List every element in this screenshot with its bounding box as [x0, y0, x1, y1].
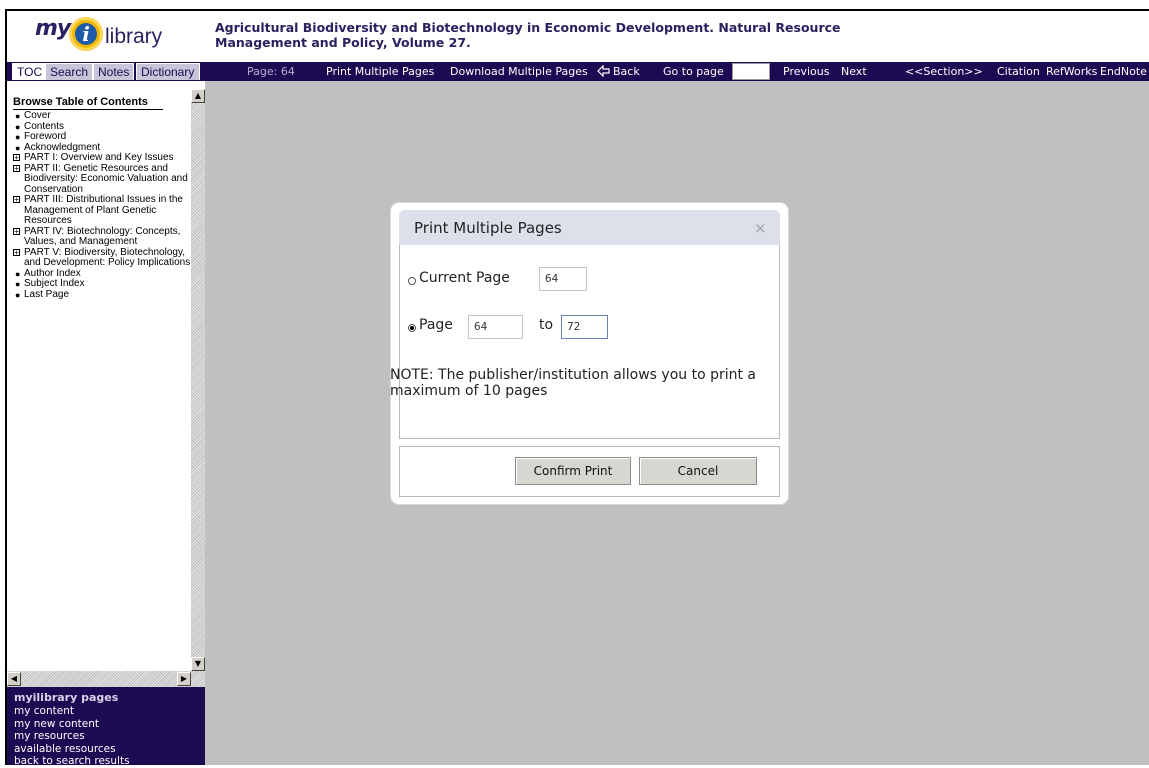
- citation-link[interactable]: Citation: [997, 62, 1040, 81]
- toc-list: ● Cover ● Contents ● Foreword ● Acknowledgme…: [13, 110, 191, 301]
- toc-item-label: Author Index: [24, 267, 81, 279]
- toc-item-label: Contents: [24, 120, 65, 132]
- expand-icon[interactable]: +: [13, 196, 20, 204]
- tab-dictionary[interactable]: Dictionary: [136, 63, 200, 80]
- toc-item-label: PART III: Distributional Issues in the M…: [24, 194, 183, 226]
- logo-library-text: library: [105, 25, 163, 48]
- tab-toc[interactable]: TOC: [12, 63, 48, 80]
- endnote-link[interactable]: EndNote: [1100, 62, 1147, 81]
- logo-i-letter: i: [75, 23, 97, 45]
- expand-icon[interactable]: +: [13, 154, 20, 162]
- bullet-icon: ●: [15, 142, 21, 153]
- back-link[interactable]: Back: [613, 62, 640, 81]
- toc-item-part-2[interactable]: + PART II: Genetic Resources and Biodiver…: [13, 162, 191, 196]
- page-from-field[interactable]: 64: [468, 315, 523, 339]
- myilibrary-logo[interactable]: my i library: [35, 14, 205, 58]
- dialog-header: Print Multiple Pages ×: [399, 210, 780, 245]
- next-link[interactable]: Next: [841, 62, 867, 81]
- current-page-field[interactable]: 64: [539, 267, 587, 291]
- back-icon[interactable]: [597, 62, 611, 81]
- toc-item-label: PART IV: Biotechnology: Concepts, Values…: [24, 225, 181, 247]
- expand-icon[interactable]: +: [13, 248, 20, 256]
- expand-icon[interactable]: +: [13, 164, 20, 172]
- close-icon[interactable]: ×: [754, 219, 767, 237]
- toc-item-part-3[interactable]: + PART III: Distributional Issues in the …: [13, 194, 191, 227]
- toc-item-label: PART I: Overview and Key Issues: [24, 152, 174, 163]
- bullet-icon: ●: [15, 132, 21, 142]
- nav-my-content[interactable]: my content: [14, 705, 130, 718]
- myilibrary-pages-list: my content my new content my resources a…: [14, 705, 130, 768]
- scroll-down-icon[interactable]: ▼: [191, 657, 205, 671]
- section-nav-link[interactable]: <<Section>>: [905, 62, 983, 81]
- toc-item-label: Foreword: [24, 131, 67, 142]
- current-page-radio[interactable]: [408, 277, 416, 285]
- toc-item-part-4[interactable]: + PART IV: Biotechnology: Concepts, Value…: [13, 225, 191, 248]
- toc-item-label: PART II: Genetic Resources and Biodivers…: [24, 162, 188, 195]
- page-range-label: Page: [419, 317, 453, 333]
- bullet-icon: ●: [15, 279, 21, 289]
- scroll-left-icon[interactable]: ◀: [7, 672, 21, 686]
- tab-search[interactable]: Search: [45, 63, 94, 80]
- myilibrary-pages-title: myilibrary pages: [14, 691, 119, 704]
- toc-item-label: Subject Index: [24, 278, 85, 289]
- bullet-icon: ●: [15, 111, 21, 121]
- toc-item-label: Acknowledgment: [24, 141, 101, 153]
- logo-my-text: my: [35, 16, 71, 41]
- page-range-radio[interactable]: [408, 324, 416, 332]
- nav-my-new-content[interactable]: my new content: [14, 718, 130, 731]
- refworks-link[interactable]: RefWorks: [1046, 62, 1097, 81]
- book-title: Agricultural Biodiversity and Biotechnol…: [215, 20, 841, 50]
- toc-vertical-scrollbar[interactable]: ▲ ▼: [191, 89, 205, 671]
- header: my i library Agricultural Biodiversity a…: [7, 11, 1149, 62]
- myilibrary-pages-nav: myilibrary pages my content my new conte…: [7, 687, 205, 768]
- go-to-page-label: Go to page: [663, 65, 724, 78]
- expand-icon[interactable]: +: [13, 227, 20, 235]
- print-limit-note: NOTE: The publisher/institution allows y…: [390, 367, 770, 399]
- tab-notes[interactable]: Notes: [93, 63, 135, 80]
- nav-available-resources[interactable]: available resources: [14, 743, 130, 756]
- toc-item-part-5[interactable]: + PART V: Biodiversity, Biotechnology, an…: [13, 246, 191, 269]
- sidebar: Browse Table of Contents ● Cover ● Content…: [7, 81, 205, 687]
- go-to-page-input[interactable]: [732, 63, 770, 80]
- to-label: to: [539, 317, 554, 333]
- cancel-button[interactable]: Cancel: [639, 457, 757, 485]
- page-indicator: Page: 64: [247, 65, 295, 78]
- print-multiple-pages-dialog: Print Multiple Pages × Current Page 64 P…: [390, 203, 788, 504]
- confirm-print-button[interactable]: Confirm Print: [515, 457, 631, 485]
- toc-item-label: PART V: Biodiversity, Biotechnology, and…: [24, 246, 191, 268]
- nav-back-to-search-results[interactable]: back to search results: [14, 755, 130, 768]
- print-multiple-pages-link[interactable]: Print Multiple Pages: [326, 62, 434, 81]
- toc-title: Browse Table of Contents: [13, 96, 163, 110]
- note-text: NOTE: The publisher/institution allows y…: [390, 367, 757, 399]
- bullet-icon: ●: [15, 289, 21, 300]
- toc-item-label: Cover: [24, 110, 51, 121]
- toc-item-last-page[interactable]: ● Last Page: [13, 288, 191, 301]
- scroll-right-icon[interactable]: ▶: [177, 672, 191, 686]
- toc-item-label: Last Page: [24, 288, 70, 300]
- toc-horizontal-scrollbar[interactable]: ◀ ▶: [7, 671, 205, 687]
- toolbar: TOC Search Notes Dictionary Page: 64 Pri…: [7, 62, 1149, 81]
- bullet-icon: ●: [15, 121, 21, 132]
- toc-panel: Browse Table of Contents ● Cover ● Content…: [7, 81, 195, 671]
- page-to-field[interactable]: 72: [561, 315, 608, 339]
- download-multiple-pages-link[interactable]: Download Multiple Pages: [450, 62, 588, 81]
- nav-my-resources[interactable]: my resources: [14, 730, 130, 743]
- logo-i-icon: i: [69, 17, 103, 51]
- current-page-label: Current Page: [419, 270, 510, 286]
- dialog-title: Print Multiple Pages: [414, 219, 562, 237]
- bullet-icon: ●: [15, 268, 21, 279]
- previous-link[interactable]: Previous: [783, 62, 830, 81]
- scroll-up-icon[interactable]: ▲: [191, 89, 205, 103]
